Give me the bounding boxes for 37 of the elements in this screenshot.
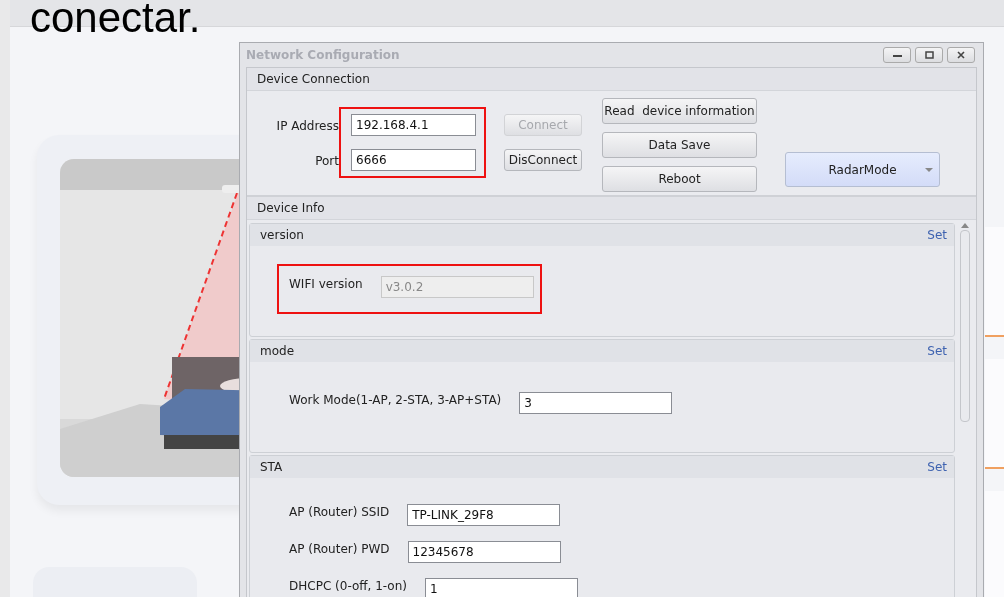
caret-icon <box>925 168 933 172</box>
group-title: Device Info <box>257 201 325 215</box>
minimize-button[interactable] <box>883 47 911 63</box>
field-label: Port <box>315 153 339 170</box>
field-label: Work Mode(1-AP, 2-STA, 3-AP+STA) <box>289 392 502 407</box>
input-field[interactable]: TP-LINK_29F8 <box>407 504 561 526</box>
minimize-icon <box>892 53 902 57</box>
input-field[interactable]: 6666 <box>351 149 476 171</box>
set-link[interactable]: Set <box>927 344 947 358</box>
input-field[interactable]: 3 <box>519 392 673 414</box>
input-field[interactable]: 192.168.4.1 <box>351 114 476 136</box>
section-title: STA <box>260 460 283 474</box>
maximize-button[interactable] <box>915 47 943 63</box>
window-title: Network Configuration <box>246 48 400 62</box>
section-title: version <box>260 228 304 242</box>
scroll-up-icon[interactable] <box>961 223 969 228</box>
close-button[interactable] <box>947 47 975 63</box>
set-link[interactable]: Set <box>927 228 947 242</box>
field-label: IP Address <box>276 118 339 135</box>
set-link[interactable]: Set <box>927 460 947 474</box>
field-label: WIFI version <box>289 276 363 291</box>
scrollbar-thumb[interactable] <box>960 230 970 422</box>
close-icon <box>957 51 965 59</box>
input-field[interactable]: 1 <box>425 578 578 597</box>
connect-button[interactable]: DisConnect <box>504 149 582 171</box>
caption-text: conectar. <box>30 0 201 41</box>
field-label: AP (Router) PWD <box>289 541 390 556</box>
field-label: AP (Router) SSID <box>289 504 390 519</box>
field-label: DHCPC (0-off, 1-on) <box>289 578 407 593</box>
action-button[interactable]: Reboot <box>602 166 757 192</box>
maximize-icon <box>924 51 934 59</box>
input-field[interactable]: 12345678 <box>407 541 561 563</box>
action-button[interactable]: Data Save <box>602 132 757 158</box>
action-button[interactable]: Read device information <box>602 98 757 124</box>
group-title: Device Connection <box>257 72 370 86</box>
mode-dropdown[interactable]: RadarMode <box>785 152 940 187</box>
section-title: mode <box>260 344 295 358</box>
